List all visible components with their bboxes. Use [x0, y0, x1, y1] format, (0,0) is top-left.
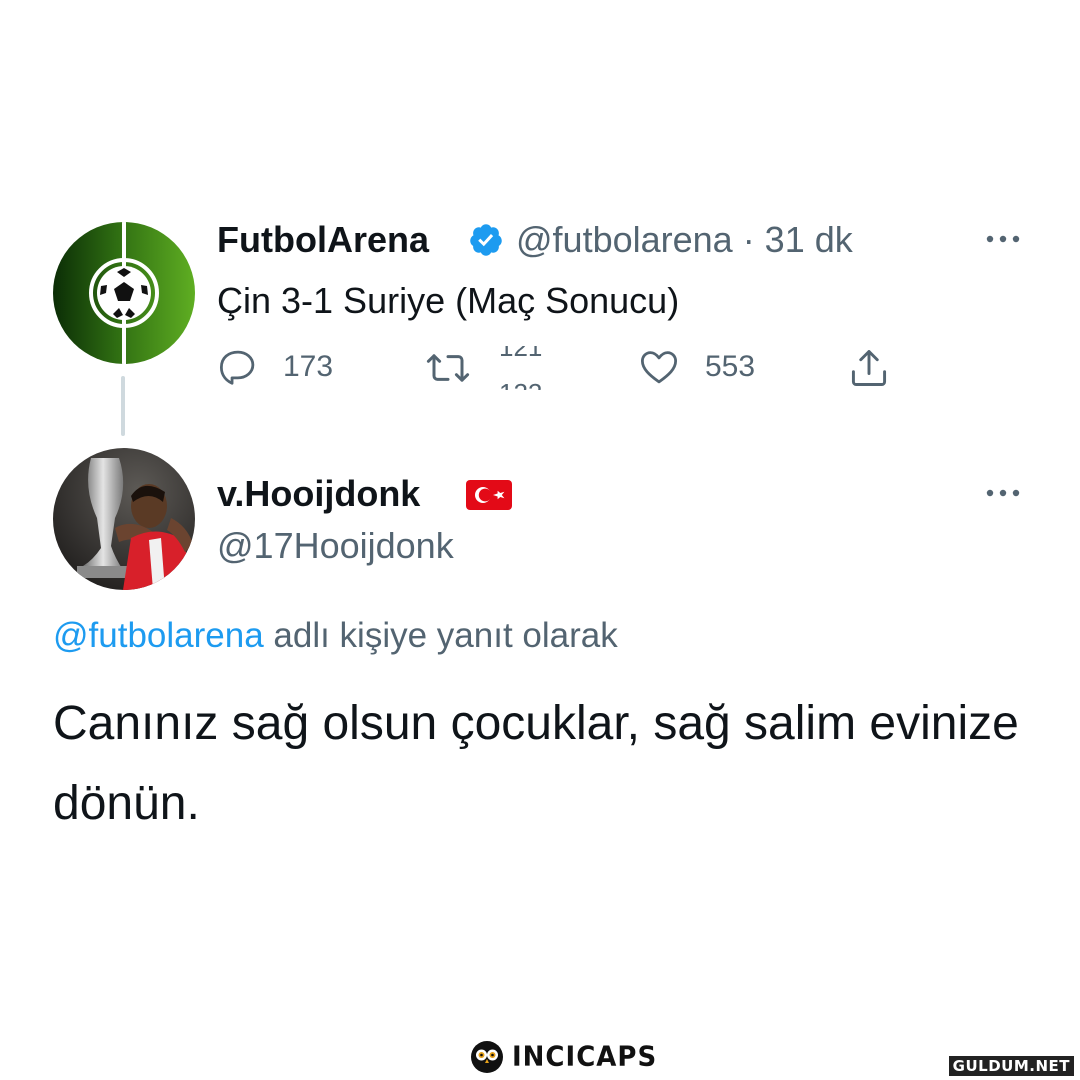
turkey-flag-icon [466, 480, 512, 510]
author-handle-time[interactable]: @futbolarena · 31 dk [516, 218, 853, 262]
retweet-count-old: 121 [499, 346, 543, 362]
replying-to-suffix: adlı kişiye yanıt olarak [263, 616, 618, 655]
like-count: 553 [705, 350, 756, 383]
reply-author-name[interactable]: v.Hooijdonk [217, 472, 420, 516]
reply-tweet-text: Canınız sağ olsun çocuklar, sağ salim ev… [53, 697, 1019, 830]
reply-author-handle[interactable]: @17Hooijdonk [217, 524, 454, 568]
replying-to-line: @futbolarena adlı kişiye yanıt olarak [53, 614, 618, 658]
reply-icon [219, 350, 255, 385]
tweet-text: Çin 3-1 Suriye (Maç Sonucu) [217, 280, 680, 321]
replying-to-mention-link[interactable]: @futbolarena [53, 616, 264, 655]
incicaps-brand-text: INCICAPS [512, 1041, 658, 1073]
more-options-icon[interactable] [983, 226, 1023, 252]
share-icon [851, 350, 887, 386]
retweet-count-animating: 121 122 [499, 346, 559, 390]
reply-more-options-icon[interactable] [983, 480, 1023, 506]
heart-icon [640, 351, 678, 384]
incicaps-watermark: INCICAPS [470, 1040, 657, 1074]
player-with-trophy-image [53, 448, 195, 590]
hooijdonk-avatar[interactable] [53, 448, 195, 590]
thread-line [121, 376, 125, 436]
owl-logo-icon [471, 1041, 503, 1073]
like-button[interactable]: 553 [637, 346, 755, 388]
soccer-ball-icon [53, 222, 195, 364]
futbolarena-avatar[interactable] [53, 222, 195, 364]
verified-badge-icon [468, 222, 504, 258]
retweet-button[interactable]: 121 122 [425, 346, 559, 390]
share-button[interactable] [846, 346, 892, 390]
guldum-watermark: GULDUM.NET [948, 1056, 1074, 1076]
reply-button[interactable]: 173 [217, 346, 333, 388]
reply-count: 173 [283, 350, 334, 383]
author-name[interactable]: FutbolArena [217, 218, 429, 262]
retweet-count-new: 122 [499, 380, 559, 390]
retweet-icon [426, 354, 470, 382]
